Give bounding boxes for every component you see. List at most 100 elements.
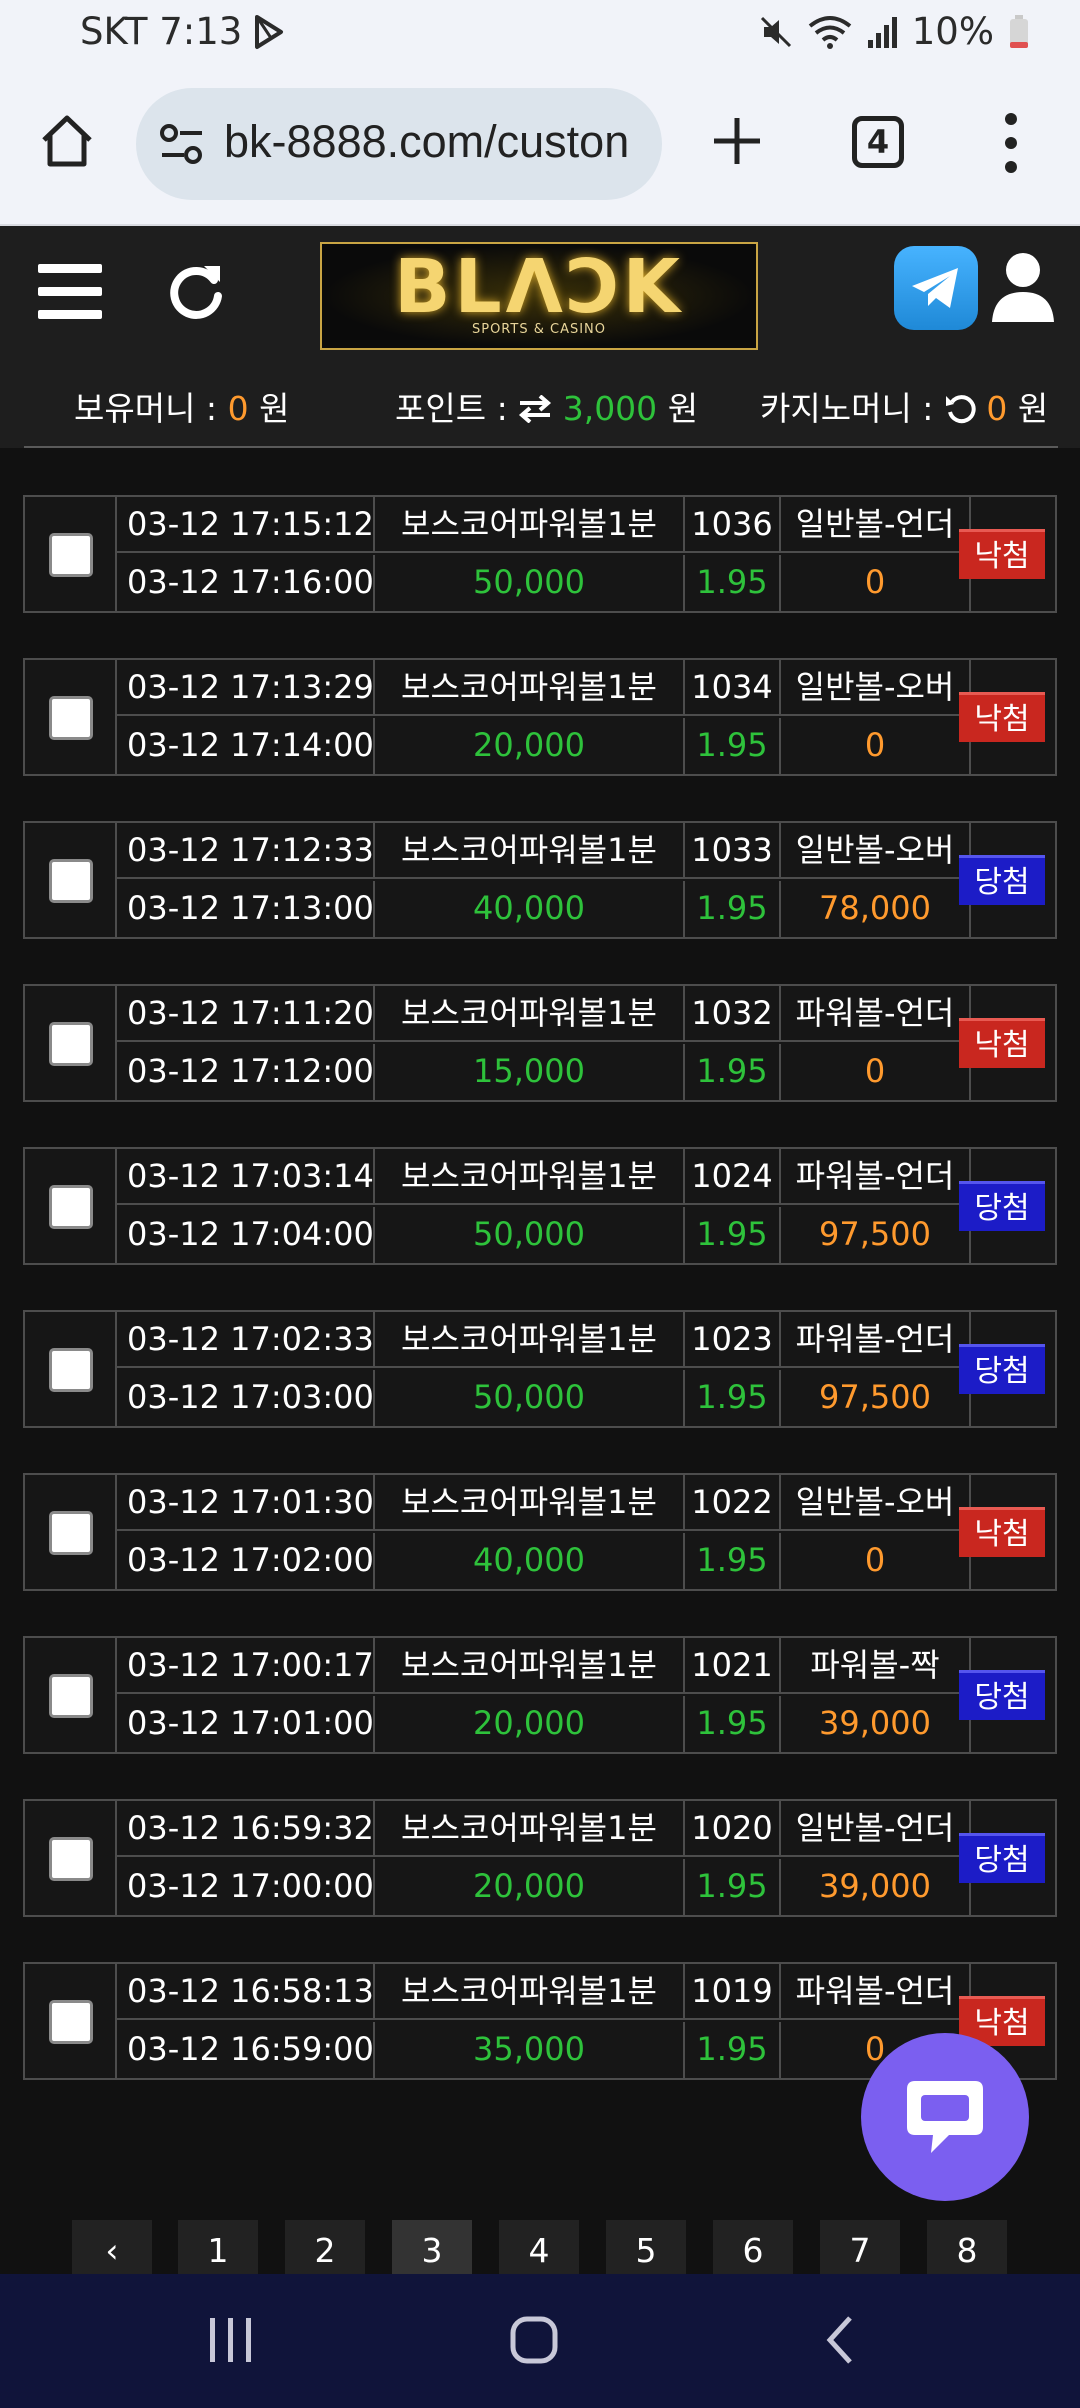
chat-button[interactable]: [861, 2033, 1029, 2201]
bet-payout: 39,000: [781, 1859, 971, 1915]
telegram-icon[interactable]: [894, 246, 978, 330]
bet-row: 03-12 17:03:14 보스코어파워볼1분 1024 파워볼-언더 03-12 1…: [23, 1147, 1057, 1265]
page-button[interactable]: 7: [820, 2220, 900, 2280]
result-badge: 낙첨: [959, 692, 1045, 742]
select-checkbox[interactable]: [49, 1511, 93, 1555]
bet-round: 1034: [685, 660, 781, 716]
bet-round: 1032: [685, 986, 781, 1042]
bet-odds: 1.95: [685, 1370, 781, 1426]
select-checkbox[interactable]: [49, 1348, 93, 1392]
bet-amount: 35,000: [375, 2022, 685, 2078]
site-logo[interactable]: BLΛϽK SPORTS & CASINO: [320, 242, 758, 350]
bet-time: 03-12 17:03:14: [117, 1149, 375, 1205]
bet-end-time: 03-12 17:16:00: [117, 555, 375, 611]
bet-time: 03-12 17:15:12: [117, 497, 375, 553]
site-header: BLΛϽK SPORTS & CASINO 보유머니 : 0 원 포인트 : 3…: [0, 226, 1080, 448]
divider: [24, 446, 1058, 448]
select-checkbox[interactable]: [49, 859, 93, 903]
bet-game: 보스코어파워볼1분: [375, 1964, 685, 2020]
result-badge: 당첨: [959, 1344, 1045, 1394]
bet-pick: 파워볼-언더: [781, 986, 971, 1042]
bet-time: 03-12 16:59:32: [117, 1801, 375, 1857]
bet-end-time: 03-12 17:01:00: [117, 1696, 375, 1752]
screen: SKT 7:13 10% bk-8888.com/custon 4 BLΛϽK …: [0, 0, 1080, 2408]
bet-odds: 1.95: [685, 1696, 781, 1752]
prev-page-button[interactable]: ‹: [72, 2220, 152, 2280]
page-button[interactable]: 8: [927, 2220, 1007, 2280]
page-button[interactable]: 1: [178, 2220, 258, 2280]
bet-payout: 39,000: [781, 1696, 971, 1752]
bet-row: 03-12 17:13:29 보스코어파워볼1분 1034 일반볼-오버 03-12 1…: [23, 658, 1057, 776]
logo-subtitle: SPORTS & CASINO: [471, 322, 607, 337]
site-info-icon[interactable]: [158, 122, 206, 168]
bet-odds: 1.95: [685, 1044, 781, 1100]
select-checkbox[interactable]: [49, 1185, 93, 1229]
bet-round: 1033: [685, 823, 781, 879]
result-badge: 낙첨: [959, 529, 1045, 579]
play-store-icon: [255, 15, 283, 49]
page-button[interactable]: 4: [499, 2220, 579, 2280]
result-badge: 낙첨: [959, 1507, 1045, 1557]
bet-pick: 일반볼-오버: [781, 823, 971, 879]
bet-game: 보스코어파워볼1분: [375, 823, 685, 879]
user-icon[interactable]: [990, 250, 1056, 324]
bet-game: 보스코어파워볼1분: [375, 1801, 685, 1857]
bet-round: 1036: [685, 497, 781, 553]
bet-amount: 15,000: [375, 1044, 685, 1100]
bet-odds: 1.95: [685, 1533, 781, 1589]
back-icon[interactable]: [820, 2314, 860, 2366]
exchange-icon[interactable]: [518, 394, 552, 424]
bet-end-time: 03-12 17:13:00: [117, 881, 375, 937]
bet-amount: 40,000: [375, 1533, 685, 1589]
page-button[interactable]: 5: [606, 2220, 686, 2280]
url-text[interactable]: bk-8888.com/custon: [224, 116, 629, 168]
bet-row: 03-12 17:00:17 보스코어파워볼1분 1021 파워볼-짝 03-12 17…: [23, 1636, 1057, 1754]
bet-amount: 20,000: [375, 718, 685, 774]
bet-odds: 1.95: [685, 1207, 781, 1263]
select-checkbox[interactable]: [49, 1837, 93, 1881]
bet-pick: 파워볼-언더: [781, 1964, 971, 2020]
checkbox-cell: [25, 1801, 117, 1915]
result-badge: 당첨: [959, 1181, 1045, 1231]
undo-icon[interactable]: [944, 392, 976, 424]
select-checkbox[interactable]: [49, 696, 93, 740]
bet-amount: 20,000: [375, 1696, 685, 1752]
page-button[interactable]: 6: [713, 2220, 793, 2280]
hamburger-icon[interactable]: [38, 262, 102, 320]
status-bar: SKT 7:13 10%: [0, 0, 1080, 66]
money-balance: 보유머니 : 0 원: [74, 389, 290, 428]
balance-bar: 보유머니 : 0 원 포인트 : 3,000 원 카지노머니 : 0 원: [0, 374, 1080, 434]
checkbox-cell: [25, 497, 117, 611]
select-checkbox[interactable]: [49, 533, 93, 577]
overflow-menu-icon[interactable]: [996, 110, 1026, 176]
bet-payout: 0: [781, 718, 971, 774]
plus-icon[interactable]: [710, 114, 764, 168]
bet-round: 1019: [685, 1964, 781, 2020]
status-carrier-time: SKT 7:13: [80, 10, 243, 53]
page-button[interactable]: 2: [285, 2220, 365, 2280]
recents-icon[interactable]: [204, 2314, 258, 2366]
address-bar[interactable]: bk-8888.com/custon: [136, 88, 662, 200]
system-nav-bar: [0, 2274, 1080, 2408]
bet-time: 03-12 17:12:33: [117, 823, 375, 879]
select-checkbox[interactable]: [49, 2000, 93, 2044]
bet-row: 03-12 17:12:33 보스코어파워볼1분 1033 일반볼-오버 03-12 1…: [23, 821, 1057, 939]
page-button[interactable]: 3: [392, 2220, 472, 2280]
select-checkbox[interactable]: [49, 1674, 93, 1718]
casino-balance: 카지노머니 : 0 원: [760, 389, 1049, 428]
bet-row: 03-12 17:11:20 보스코어파워볼1분 1032 파워볼-언더 03-12 1…: [23, 984, 1057, 1102]
bet-payout: 0: [781, 555, 971, 611]
bet-time: 03-12 17:02:33: [117, 1312, 375, 1368]
bet-pick: 일반볼-언더: [781, 497, 971, 553]
checkbox-cell: [25, 1312, 117, 1426]
home-icon[interactable]: [38, 112, 96, 170]
bet-payout: 97,500: [781, 1207, 971, 1263]
home-nav-icon[interactable]: [508, 2314, 560, 2366]
bet-row: 03-12 17:15:12 보스코어파워볼1분 1036 일반볼-언더 03-12 1…: [23, 495, 1057, 613]
select-checkbox[interactable]: [49, 1022, 93, 1066]
bet-time: 03-12 17:13:29: [117, 660, 375, 716]
refresh-icon[interactable]: [166, 262, 226, 322]
tabs-icon[interactable]: 4: [852, 116, 904, 168]
bet-end-time: 03-12 17:14:00: [117, 718, 375, 774]
bet-time: 03-12 16:58:13: [117, 1964, 375, 2020]
